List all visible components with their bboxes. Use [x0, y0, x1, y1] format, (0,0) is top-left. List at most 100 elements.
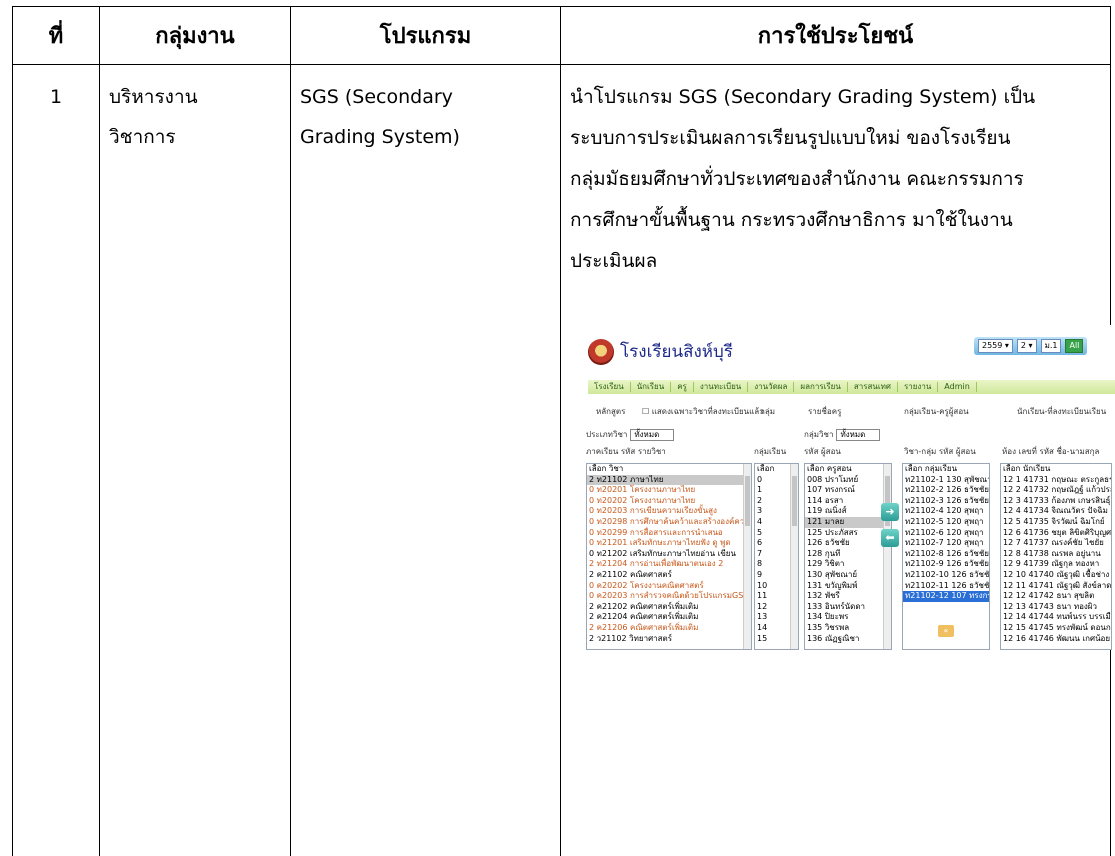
list-item[interactable]: 12 4 41734 จิณณวัตร ปัจฉิม — [1001, 506, 1111, 517]
list-item[interactable]: 12 3 41733 ก้องภพ เกษรสินธุ์ — [1001, 496, 1111, 507]
list-item[interactable]: 12 11 41741 ณัฐวุฒิ สังข์ลาด — [1001, 581, 1111, 592]
list-item[interactable]: เลือก วิชา — [587, 464, 751, 475]
list-item[interactable]: ท21102-8 126 ธวัชชัย — [903, 549, 989, 560]
scrollbar[interactable] — [883, 464, 891, 649]
student-listbox[interactable]: เลือก นักเรียน 12 1 41731 กฤษณะ ตระกูลธร 1… — [1000, 463, 1112, 650]
list-item[interactable]: 133 อินทร์นัดดา — [805, 602, 891, 613]
remove-arrow-button[interactable]: ⬅ — [881, 529, 899, 547]
list-item[interactable]: 135 วิชรพล — [805, 623, 891, 634]
add-arrow-button[interactable]: ➜ — [881, 503, 899, 521]
group-listbox[interactable]: เลือก 0 1 2 3 4 5 6 7 8 9 10 11 12 13 14 15 — [754, 463, 799, 650]
list-item[interactable]: 12 13 41743 ธนา ทองผิว — [1001, 602, 1111, 613]
cell-no: 1 — [12, 64, 100, 856]
list-item[interactable]: 12 16 41746 พัฒนน เกศน้อย — [1001, 634, 1111, 645]
list-item[interactable]: ท21102-4 120 สุพฤา — [903, 506, 989, 517]
assignment-listbox[interactable]: เลือก กลุ่มเรียน ท21102-1 130 สุพัชณาย์ ท2… — [902, 463, 990, 650]
list-item[interactable]: ท21102-10 126 ธวัชชัย — [903, 570, 989, 581]
list-item[interactable]: 134 ปิยะพร — [805, 612, 891, 623]
list-item[interactable]: 0 ค20202 โครงงานคณิตศาสตร์ — [587, 581, 751, 592]
all-button[interactable]: All — [1065, 339, 1084, 353]
list-item[interactable]: เลือก กลุ่มเรียน — [903, 464, 989, 475]
list-item[interactable]: 12 7 41737 ณรงค์ชัย ไชยัย — [1001, 538, 1111, 549]
list-item[interactable]: 2 ค21204 คณิตศาสตร์เพิ่มเติม — [587, 612, 751, 623]
list-item[interactable]: 119 ณนิ่งส์ — [805, 506, 891, 517]
list-item[interactable]: ท21102-9 126 ธวัชชัย — [903, 559, 989, 570]
list-item[interactable]: 128 กุนที — [805, 549, 891, 560]
nav-item[interactable]: นักเรียน — [631, 382, 672, 392]
list-item[interactable]: 132 พัชรี — [805, 591, 891, 602]
list-item[interactable]: 130 สุพัชณาย์ — [805, 570, 891, 581]
usage-text: นำโปรแกรม SGS (Secondary Grading System)… — [570, 77, 1102, 282]
list-item[interactable]: 12 10 41740 ณัฐวุฒิ เชื้อช่าง — [1001, 570, 1111, 581]
list-item[interactable]: 136 ณัฏฐณิชา — [805, 634, 891, 645]
list-item[interactable]: 12 2 41732 กฤษณัฎฐ์ แก้วประเสริฐ — [1001, 485, 1111, 496]
list-item[interactable]: ท21102-3 126 ธวัชชัย — [903, 496, 989, 507]
list-item[interactable]: 12 15 41745 ทรงพัฒน์ ดอนกล้ำ — [1001, 623, 1111, 634]
list-item[interactable]: 0 ท20201 โครงงานภาษาไทย — [587, 485, 751, 496]
list-item[interactable]: 125 ประภัสสร — [805, 528, 891, 539]
subject-group-select[interactable]: ทั้งหมด — [836, 429, 881, 441]
list-item[interactable]: ท21102-1 130 สุพัชณาย์ — [903, 475, 989, 486]
subject-type-filter: ประเภทวิชา ทั้งหมด — [586, 429, 675, 441]
list-item[interactable]: 12 14 41744 ทนพ์นรร บรรเมือง — [1001, 612, 1111, 623]
teacher-listbox[interactable]: เลือก ครูสอน 008 ปราโมทย์ 107 ทรงกรณ์ 114 อ… — [804, 463, 892, 650]
list-item[interactable]: 0 ท20298 การศึกษาค้นคว้าและสร้างองค์ความ… — [587, 517, 751, 528]
list-item[interactable]: 0 ท21202 เสริมทักษะภาษาไทยอ่าน เขียน — [587, 549, 751, 560]
nav-item[interactable]: Admin — [938, 382, 977, 392]
school-logo-icon — [588, 339, 614, 365]
warning-icon[interactable]: « — [938, 625, 954, 637]
list-item[interactable]: 0 ท20202 โครงงานภาษาไทย — [587, 496, 751, 507]
level-select[interactable]: ม.1 — [1040, 339, 1062, 353]
list-item[interactable]: 121 มาลย — [805, 516, 891, 528]
nav-item[interactable]: ผลการเรียน — [794, 382, 848, 392]
cell-program: SGS (Secondary Grading System) — [290, 64, 561, 856]
list-item[interactable]: 12 5 41735 จิรวัฒน์ ฉิมโกย์ — [1001, 517, 1111, 528]
teacher-subhead: รหัส ผู้สอน — [804, 447, 841, 456]
list-item[interactable]: เลือก นักเรียน — [1001, 464, 1111, 475]
list-item[interactable]: 2 ค21206 คณิตศาสตร์เพิ่มเติม — [587, 623, 751, 634]
list-item[interactable]: 0 ค20203 การสำรวจคณิตด้วยโปรแกรมGSP — [587, 591, 751, 602]
sgs-screenshot: โรงเรียนสิงห์บุรี 2559 ▾ 2 ▾ ม.1 All โรง… — [582, 325, 1115, 650]
registered-only-checkbox[interactable]: ☐ แสดงเฉพาะวิชาที่ลงทะเบียนแล้ว — [642, 407, 764, 417]
list-item[interactable]: ท21102-2 126 ธวัชชัย — [903, 485, 989, 496]
year-select[interactable]: 2559 ▾ — [978, 339, 1013, 353]
subject-listbox[interactable]: เลือก วิชา 2 ท21102 ภาษาไทย 0 ท20201 โครงง… — [586, 463, 752, 650]
subject-subhead: ภาคเรียน รหัส รายวิชา — [586, 447, 666, 456]
list-item[interactable]: ท21102-6 120 สุพฤา — [903, 528, 989, 539]
term-select[interactable]: 2 ▾ — [1016, 339, 1037, 353]
nav-item[interactable]: งานทะเบียน — [694, 382, 749, 392]
list-item[interactable]: 2 ท21204 การอ่านเพื่อพัฒนาตนเอง 2 — [587, 559, 751, 570]
list-item[interactable]: 0 ท20203 การเขียนความเรียงขั้นสูง — [587, 506, 751, 517]
subject-type-select[interactable]: ทั้งหมด — [630, 429, 675, 441]
nav-item[interactable]: ครู — [671, 382, 694, 392]
nav-item[interactable]: โรงเรียน — [588, 382, 631, 392]
list-item[interactable]: 0 ท20299 การสื่อสารและการนำเสนอ — [587, 528, 751, 539]
nav-item[interactable]: สารสนเทศ — [848, 382, 898, 392]
list-item[interactable]: 12 6 41736 ชยุต ลิขิตศิริบุญศรณ์ — [1001, 528, 1111, 539]
list-item[interactable]: ท21102-7 120 สุพฤา — [903, 538, 989, 549]
list-item[interactable]: 12 8 41738 ณรพล อยู่นาน — [1001, 549, 1111, 560]
list-item[interactable]: 0 ท21201 เสริมทักษะภาษาไทยฟัง ดู พูด — [587, 538, 751, 549]
list-item[interactable]: 129 วิชิตา — [805, 559, 891, 570]
list-item[interactable]: 2 ท21102 ภาษาไทย — [587, 474, 751, 486]
scrollbar[interactable] — [743, 464, 751, 649]
list-item[interactable]: เลือก ครูสอน — [805, 464, 891, 475]
list-item[interactable]: 114 อรสา — [805, 496, 891, 507]
list-item[interactable]: 126 ธวัชชัย — [805, 538, 891, 549]
list-item[interactable]: ท21102-11 126 ธวัชชัย — [903, 581, 989, 592]
nav-item[interactable]: รายงาน — [898, 382, 939, 392]
list-item[interactable]: 12 9 41739 ณัฐกุล ทองหา — [1001, 559, 1111, 570]
list-item[interactable]: 131 ขวัญพิมพ์ — [805, 581, 891, 592]
list-item[interactable]: 2 ค21102 คณิตศาสตร์ — [587, 570, 751, 581]
list-item[interactable]: 2 ค21202 คณิตศาสตร์เพิ่มเติม — [587, 602, 751, 613]
list-item[interactable]: ท21102-5 120 สุพฤา — [903, 517, 989, 528]
list-item[interactable]: 107 ทรงกรณ์ — [805, 485, 891, 496]
nav-item[interactable]: งานวัดผล — [748, 382, 795, 392]
list-item[interactable]: 12 1 41731 กฤษณะ ตระกูลธร — [1001, 475, 1111, 486]
list-item[interactable]: 008 ปราโมทย์ — [805, 475, 891, 486]
scrollbar[interactable] — [790, 464, 798, 649]
list-item[interactable]: ท21102-12 107 ทรงกรณ์ — [903, 591, 989, 602]
student-subhead: ห้อง เลขที่ รหัส ชื่อ-นามสกุล — [1002, 447, 1100, 456]
list-item[interactable]: 2 ว21102 วิทยาศาสตร์ — [587, 634, 751, 645]
list-item[interactable]: 12 12 41742 ธนา สุขลิต — [1001, 591, 1111, 602]
